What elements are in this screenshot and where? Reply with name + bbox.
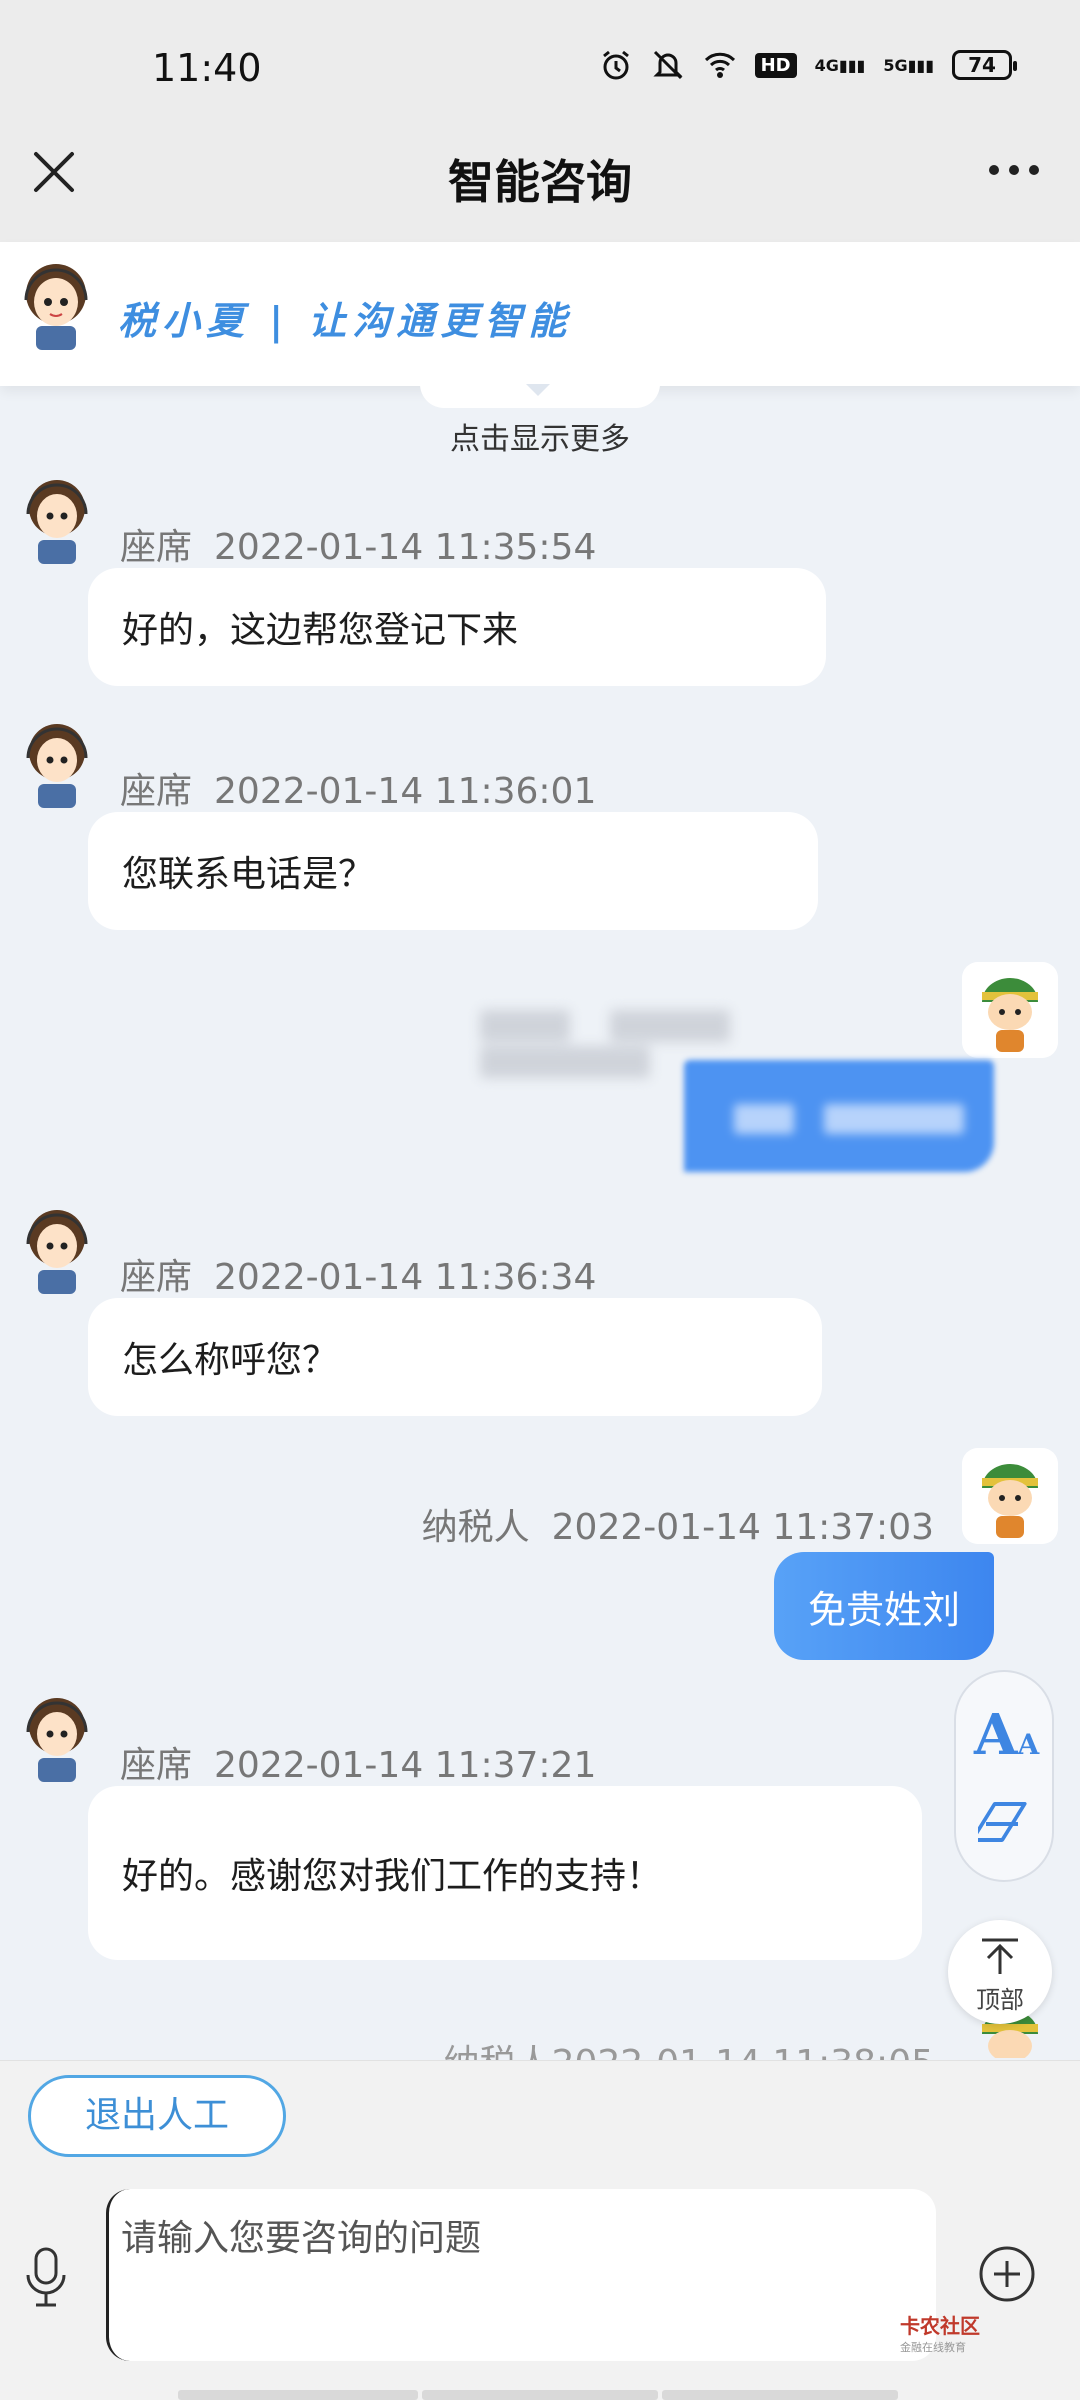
message-text: 好的，这边帮您登记下来 [122, 610, 519, 651]
message-meta: 座席 2022-01-14 11:35:54 [120, 518, 596, 570]
message-sender: 座席 [120, 1257, 193, 1298]
page-title: 智能咨询 [448, 155, 632, 209]
message-meta-blurred [480, 1010, 940, 1078]
message-text: 怎么称呼您？ [122, 1340, 339, 1381]
watermark-subtitle: 金融在线教育 [900, 2341, 966, 2354]
hd-icon: HD [754, 52, 797, 78]
signal-5g-label: 5G [883, 55, 908, 75]
message-text: 您联系电话是？ [122, 854, 375, 895]
banner-slogan: 税小夏 | 让沟通更智能 [118, 298, 573, 343]
watermark-title: 卡农社区 [900, 2314, 980, 2338]
message-time: 2022-01-14 11:37:03 [551, 1507, 934, 1548]
eraser-icon[interactable] [978, 1796, 1034, 1852]
agent-avatar-icon [26, 1210, 88, 1294]
agent-avatar-icon [26, 724, 88, 808]
arrow-up-icon [982, 1938, 1018, 1974]
message-meta: 座席 2022-01-14 11:36:01 [120, 762, 596, 814]
message-text: 好的。感谢您对我们工作的支持！ [122, 1856, 663, 1897]
plus-icon[interactable] [978, 2245, 1036, 2303]
nav-indicator [178, 2390, 418, 2400]
chevron-down-icon[interactable] [526, 384, 550, 396]
message-sender: 座席 [120, 1745, 193, 1786]
more-icon[interactable] [986, 160, 1042, 180]
nav-indicator [662, 2390, 898, 2400]
agent-message-bubble: 好的。感谢您对我们工作的支持！ [88, 1786, 922, 1960]
message-sender: 座席 [120, 771, 193, 812]
status-time: 11:40 [152, 46, 262, 90]
nav-indicator [422, 2390, 658, 2400]
message-meta: 座席 2022-01-14 11:36:34 [120, 1248, 596, 1300]
scroll-to-top-button[interactable]: 顶部 [948, 1920, 1052, 2024]
watermark-logo: 卡农社区 金融在线教育 [900, 2310, 980, 2355]
user-message-bubble: 免贵姓刘 [774, 1552, 994, 1660]
message-text: 免贵姓刘 [807, 1587, 960, 1632]
signal-4g-icon: 4G▮▮▮ [814, 55, 866, 75]
agent-avatar-icon [26, 480, 88, 564]
mute-icon [652, 50, 683, 80]
user-avatar-icon [962, 962, 1058, 1058]
show-more-link[interactable]: 点击显示更多 [0, 414, 1080, 458]
microphone-icon[interactable] [22, 2247, 70, 2307]
floating-toolbar: AA [954, 1670, 1054, 1882]
signal-5g-icon: 5G▮▮▮ [883, 55, 934, 75]
font-size-icon[interactable]: AA [974, 1702, 1039, 1768]
signal-4g-label: 4G [814, 55, 839, 75]
nav-bar: 智能咨询 [0, 108, 1080, 242]
agent-message-bubble: 怎么称呼您？ [88, 1298, 822, 1416]
agent-message-bubble: 好的，这边帮您登记下来 [88, 568, 826, 686]
user-message-bubble-blurred [684, 1060, 994, 1172]
question-input[interactable] [106, 2189, 936, 2361]
user-avatar-icon [962, 1448, 1058, 1544]
agent-message-bubble: 您联系电话是？ [88, 812, 818, 930]
message-time: 2022-01-14 11:35:54 [214, 527, 597, 568]
exit-human-button[interactable]: 退出人工 [28, 2075, 286, 2157]
alarm-icon [602, 50, 629, 80]
scroll-to-top-label: 顶部 [976, 1986, 1024, 2014]
message-meta: 座席 2022-01-14 11:37:21 [120, 1736, 596, 1788]
battery-icon: 74 [952, 50, 1017, 80]
status-icons: HD 4G▮▮▮ 5G▮▮▮ 74 [599, 48, 1017, 82]
message-time: 2022-01-14 11:37:21 [214, 1745, 597, 1786]
banner: 税小夏 | 让沟通更智能 [0, 242, 1080, 386]
wifi-icon [704, 52, 735, 78]
message-meta: 纳税人 2022-01-14 11:37:03 [422, 1498, 934, 1550]
message-sender: 纳税人 [421, 1507, 530, 1548]
message-time: 2022-01-14 11:36:01 [214, 771, 597, 812]
agent-avatar-icon [24, 264, 88, 350]
message-sender: 座席 [120, 527, 193, 568]
agent-avatar-icon [26, 1698, 88, 1782]
message-time: 2022-01-14 11:36:34 [214, 1257, 597, 1298]
